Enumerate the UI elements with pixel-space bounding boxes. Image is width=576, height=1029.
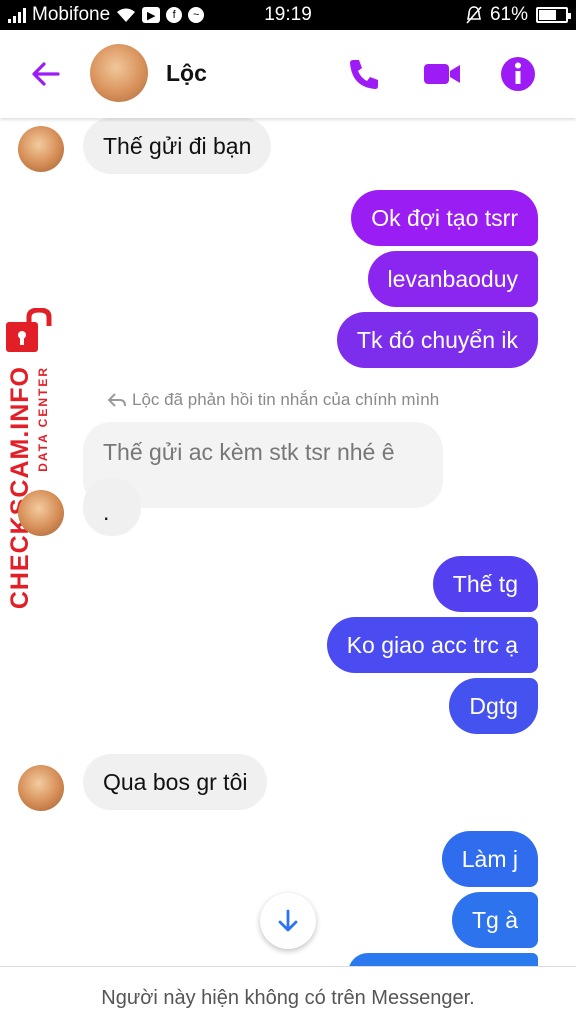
reply-note-text: Lộc đã phản hồi tin nhắn của chính mình [132, 390, 440, 409]
status-right: 61% [466, 4, 571, 26]
lock-icon [6, 308, 52, 352]
battery-percent: 61% [489, 4, 528, 25]
incoming-message[interactable]: Qua bos gr tôi [83, 754, 268, 810]
muted-bell-icon [466, 6, 482, 24]
back-arrow-icon[interactable] [28, 56, 64, 92]
outgoing-message-partial[interactable] [348, 953, 538, 966]
status-bar: Mobifone ▶ f ~ 19:19 61% [0, 0, 576, 30]
outgoing-message[interactable]: Tk đó chuyển ik [336, 312, 538, 368]
info-icon[interactable] [498, 54, 538, 94]
reply-note: Lộc đã phản hồi tin nhắn của chính mình [108, 390, 439, 410]
watermark-subtitle: DATA CENTER [36, 366, 50, 472]
message-list[interactable]: Thế gửi đi bạn Ok đợi tạo tsrr levanbaod… [0, 118, 576, 966]
outgoing-message[interactable]: Làm j [441, 831, 538, 887]
contact-name[interactable]: Lộc [166, 60, 207, 87]
scroll-down-button[interactable] [260, 893, 316, 949]
outgoing-message[interactable]: Thế tg [432, 556, 538, 612]
outgoing-message[interactable]: Dgtg [449, 678, 538, 734]
conversation-header: Lộc [0, 30, 576, 118]
battery-icon [536, 7, 571, 23]
outgoing-message[interactable]: levanbaoduy [367, 251, 538, 307]
outgoing-message[interactable]: Ko giao acc trc ạ [326, 617, 538, 673]
unavailable-notice: Người này hiện không có trên Messenger. [0, 966, 576, 1024]
outgoing-message[interactable]: Tg à [451, 892, 538, 948]
sender-avatar [18, 126, 64, 172]
watermark-brand: CHECKSCAM.INFO [6, 366, 34, 610]
sender-avatar [18, 765, 64, 811]
contact-avatar[interactable] [90, 44, 148, 102]
scroll-down-icon [278, 909, 298, 932]
incoming-message[interactable]: . [83, 478, 141, 536]
sender-avatar [18, 490, 64, 536]
video-camera-icon[interactable] [422, 54, 462, 94]
reply-icon [108, 393, 126, 407]
phone-icon[interactable] [344, 54, 384, 94]
outgoing-message[interactable]: Ok đợi tạo tsrr [351, 190, 538, 246]
incoming-message[interactable]: Thế gửi đi bạn [83, 118, 272, 174]
